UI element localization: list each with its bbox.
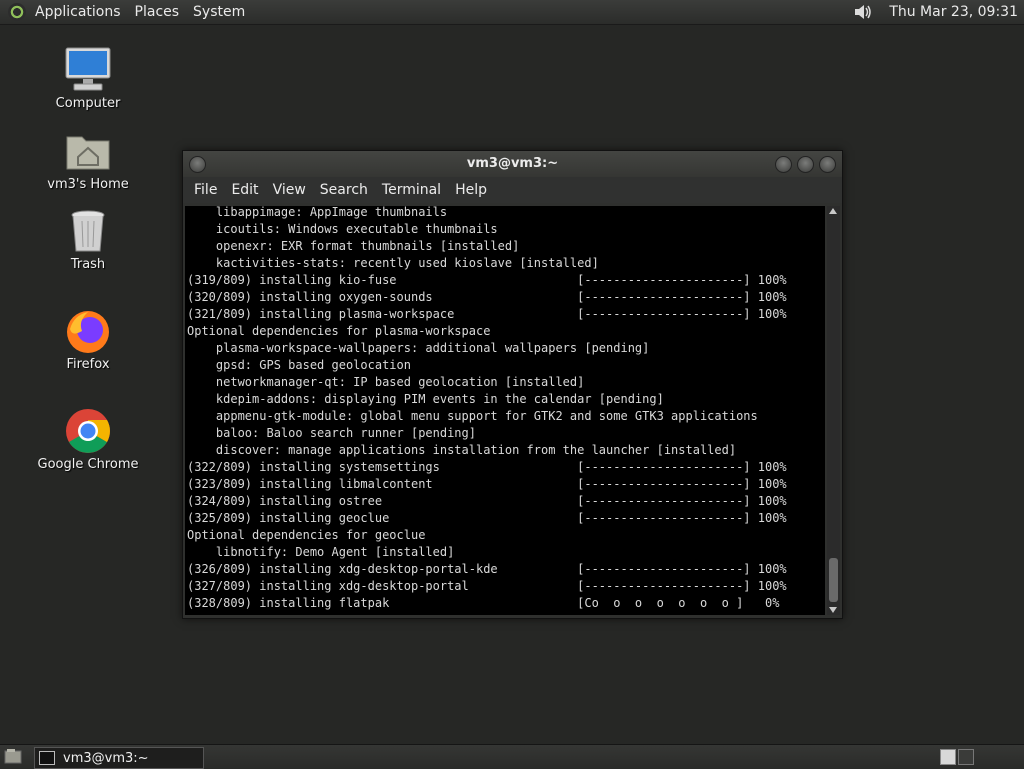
clock[interactable]: Thu Mar 23, 09:31 xyxy=(883,4,1024,20)
terminal-lines: libappimage: AppImage thumbnails icoutil… xyxy=(187,206,787,612)
menu-file[interactable]: File xyxy=(187,182,224,198)
desktop-icon-trash[interactable]: Trash xyxy=(28,207,148,272)
menu-help[interactable]: Help xyxy=(448,182,494,198)
places-menu[interactable]: Places xyxy=(128,0,187,24)
menu-search[interactable]: Search xyxy=(313,182,375,198)
computer-icon xyxy=(64,46,112,94)
desktop-icon-computer[interactable]: Computer xyxy=(28,46,148,111)
taskbar-terminal-button[interactable]: vm3@vm3:~ xyxy=(34,747,204,769)
scrollbar-thumb[interactable] xyxy=(829,558,838,602)
terminal-line: gpsd: GPS based geolocation xyxy=(187,358,411,372)
terminal-output[interactable]: libappimage: AppImage thumbnails icoutil… xyxy=(185,206,825,615)
terminal-menubar: File Edit View Search Terminal Help xyxy=(183,177,842,203)
terminal-scrollbar[interactable] xyxy=(827,206,840,615)
terminal-line: Optional dependencies for geoclue xyxy=(187,528,426,542)
window-title: vm3@vm3:~ xyxy=(466,156,559,171)
bottom-panel: vm3@vm3:~ xyxy=(0,744,1024,769)
distro-logo-icon[interactable] xyxy=(8,3,26,21)
terminal-line: kactivities-stats: recently used kioslav… xyxy=(187,256,599,270)
window-titlebar[interactable]: vm3@vm3:~ xyxy=(183,151,842,177)
menu-view[interactable]: View xyxy=(266,182,313,198)
chrome-icon xyxy=(64,407,112,455)
terminal-line: plasma-workspace-wallpapers: additional … xyxy=(187,341,650,355)
desktop-icon-label: Firefox xyxy=(66,357,110,372)
firefox-icon xyxy=(64,307,112,355)
terminal-line: networkmanager-qt: IP based geolocation … xyxy=(187,375,585,389)
menu-edit[interactable]: Edit xyxy=(224,182,265,198)
terminal-line: (323/809) installing libmalcontent [----… xyxy=(187,477,787,491)
terminal-line: icoutils: Windows executable thumbnails xyxy=(187,222,498,236)
desktop-icon-firefox[interactable]: Firefox xyxy=(28,307,148,372)
workspace-2[interactable] xyxy=(958,749,974,765)
menu-terminal[interactable]: Terminal xyxy=(375,182,448,198)
maximize-button[interactable] xyxy=(797,156,814,173)
desktop-icon-home[interactable]: vm3's Home xyxy=(28,127,148,192)
terminal-line: baloo: Baloo search runner [pending] xyxy=(187,426,476,440)
terminal-line: libappimage: AppImage thumbnails xyxy=(187,206,448,219)
terminal-line: (326/809) installing xdg-desktop-portal-… xyxy=(187,562,787,576)
desktop-icon-label: Google Chrome xyxy=(37,457,139,472)
top-panel: Applications Places System Thu Mar 23, 0… xyxy=(0,0,1024,25)
terminal-line: (321/809) installing plasma-workspace [-… xyxy=(187,307,787,321)
terminal-line: (320/809) installing oxygen-sounds [----… xyxy=(187,290,787,304)
scroll-up-arrow-icon[interactable] xyxy=(829,208,837,214)
terminal-line: (325/809) installing geoclue [----------… xyxy=(187,511,787,525)
minimize-button[interactable] xyxy=(775,156,792,173)
desktop-icon-label: Trash xyxy=(70,257,106,272)
panel-tray: Thu Mar 23, 09:31 xyxy=(853,0,1024,24)
applications-menu[interactable]: Applications xyxy=(28,0,128,24)
terminal-line: openexr: EXR format thumbnails [installe… xyxy=(187,239,520,253)
terminal-line: Optional dependencies for plasma-workspa… xyxy=(187,324,491,338)
trash-icon xyxy=(64,207,112,255)
terminal-line: discover: manage applications installati… xyxy=(187,443,737,457)
desktop-icon-label: Computer xyxy=(55,96,121,111)
workspace-1[interactable] xyxy=(940,749,956,765)
terminal-line: (324/809) installing ostree [-----------… xyxy=(187,494,787,508)
scroll-down-arrow-icon[interactable] xyxy=(829,607,837,613)
terminal-line: libnotify: Demo Agent [installed] xyxy=(187,545,455,559)
terminal-line: (319/809) installing kio-fuse [---------… xyxy=(187,273,787,287)
volume-icon[interactable] xyxy=(853,3,873,21)
desktop-icon-label: vm3's Home xyxy=(47,177,129,192)
taskbar-label: vm3@vm3:~ xyxy=(63,750,149,766)
close-button[interactable] xyxy=(819,156,836,173)
terminal-window[interactable]: vm3@vm3:~ File Edit View Search Terminal… xyxy=(182,150,843,619)
terminal-line: (322/809) installing systemsettings [---… xyxy=(187,460,787,474)
show-desktop-icon[interactable] xyxy=(4,748,22,764)
terminal-line: (328/809) installing flatpak [Co o o o o… xyxy=(187,596,780,610)
desktop-icon-chrome[interactable]: Google Chrome xyxy=(28,407,148,472)
terminal-line: appmenu-gtk-module: global menu support … xyxy=(187,409,758,423)
terminal-icon xyxy=(39,751,55,765)
home-folder-icon xyxy=(64,127,112,175)
system-menu[interactable]: System xyxy=(186,0,252,24)
terminal-line: kdepim-addons: displaying PIM events in … xyxy=(187,392,664,406)
terminal-line: (327/809) installing xdg-desktop-portal … xyxy=(187,579,787,593)
